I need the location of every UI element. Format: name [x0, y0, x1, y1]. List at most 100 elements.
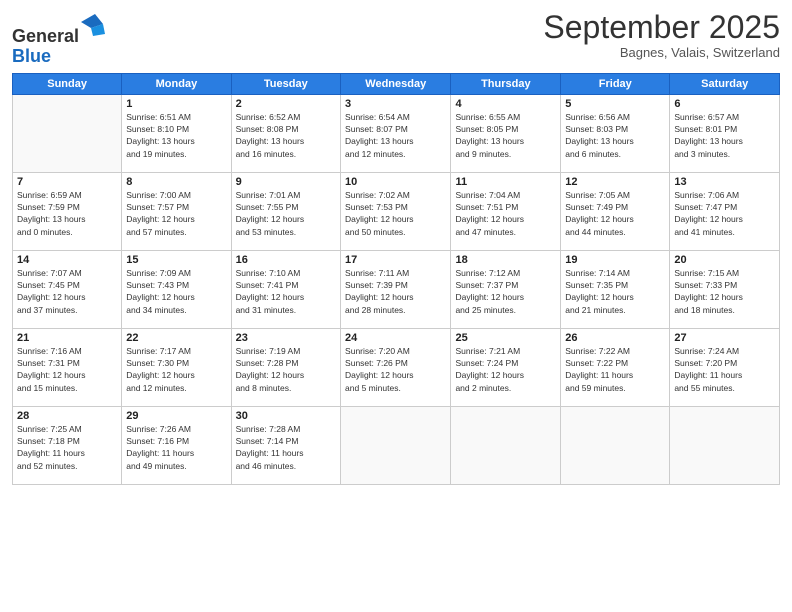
calendar-cell: 19Sunrise: 7:14 AM Sunset: 7:35 PM Dayli…	[561, 250, 670, 328]
column-header-wednesday: Wednesday	[341, 73, 451, 94]
calendar-cell: 10Sunrise: 7:02 AM Sunset: 7:53 PM Dayli…	[341, 172, 451, 250]
day-info: Sunrise: 7:01 AM Sunset: 7:55 PM Dayligh…	[236, 189, 336, 238]
day-number: 21	[17, 332, 117, 344]
day-info: Sunrise: 7:06 AM Sunset: 7:47 PM Dayligh…	[674, 189, 775, 238]
day-number: 30	[236, 410, 336, 422]
day-info: Sunrise: 7:22 AM Sunset: 7:22 PM Dayligh…	[565, 345, 665, 394]
calendar-cell: 13Sunrise: 7:06 AM Sunset: 7:47 PM Dayli…	[670, 172, 780, 250]
day-number: 3	[345, 98, 446, 110]
calendar-cell: 16Sunrise: 7:10 AM Sunset: 7:41 PM Dayli…	[231, 250, 340, 328]
day-number: 28	[17, 410, 117, 422]
calendar-cell	[341, 406, 451, 484]
day-info: Sunrise: 7:10 AM Sunset: 7:41 PM Dayligh…	[236, 267, 336, 316]
day-info: Sunrise: 6:51 AM Sunset: 8:10 PM Dayligh…	[126, 111, 226, 160]
day-info: Sunrise: 7:00 AM Sunset: 7:57 PM Dayligh…	[126, 189, 226, 238]
calendar-cell: 14Sunrise: 7:07 AM Sunset: 7:45 PM Dayli…	[13, 250, 122, 328]
page-header: General Blue September 2025 Bagnes, Vala…	[12, 10, 780, 67]
calendar-cell: 3Sunrise: 6:54 AM Sunset: 8:07 PM Daylig…	[341, 94, 451, 172]
day-number: 5	[565, 98, 665, 110]
day-number: 24	[345, 332, 446, 344]
day-info: Sunrise: 7:24 AM Sunset: 7:20 PM Dayligh…	[674, 345, 775, 394]
day-number: 14	[17, 254, 117, 266]
day-number: 22	[126, 332, 226, 344]
day-info: Sunrise: 6:59 AM Sunset: 7:59 PM Dayligh…	[17, 189, 117, 238]
calendar-cell	[451, 406, 561, 484]
calendar-cell: 24Sunrise: 7:20 AM Sunset: 7:26 PM Dayli…	[341, 328, 451, 406]
day-info: Sunrise: 7:05 AM Sunset: 7:49 PM Dayligh…	[565, 189, 665, 238]
calendar-cell: 7Sunrise: 6:59 AM Sunset: 7:59 PM Daylig…	[13, 172, 122, 250]
calendar-cell: 2Sunrise: 6:52 AM Sunset: 8:08 PM Daylig…	[231, 94, 340, 172]
calendar-cell: 22Sunrise: 7:17 AM Sunset: 7:30 PM Dayli…	[122, 328, 231, 406]
day-info: Sunrise: 6:55 AM Sunset: 8:05 PM Dayligh…	[455, 111, 556, 160]
calendar-cell: 17Sunrise: 7:11 AM Sunset: 7:39 PM Dayli…	[341, 250, 451, 328]
calendar-cell: 4Sunrise: 6:55 AM Sunset: 8:05 PM Daylig…	[451, 94, 561, 172]
calendar-cell: 28Sunrise: 7:25 AM Sunset: 7:18 PM Dayli…	[13, 406, 122, 484]
day-info: Sunrise: 7:19 AM Sunset: 7:28 PM Dayligh…	[236, 345, 336, 394]
day-info: Sunrise: 7:02 AM Sunset: 7:53 PM Dayligh…	[345, 189, 446, 238]
column-header-thursday: Thursday	[451, 73, 561, 94]
day-number: 15	[126, 254, 226, 266]
calendar-cell: 8Sunrise: 7:00 AM Sunset: 7:57 PM Daylig…	[122, 172, 231, 250]
column-header-sunday: Sunday	[13, 73, 122, 94]
calendar-cell: 25Sunrise: 7:21 AM Sunset: 7:24 PM Dayli…	[451, 328, 561, 406]
logo: General Blue	[12, 14, 105, 67]
day-info: Sunrise: 7:17 AM Sunset: 7:30 PM Dayligh…	[126, 345, 226, 394]
day-info: Sunrise: 7:09 AM Sunset: 7:43 PM Dayligh…	[126, 267, 226, 316]
day-number: 18	[455, 254, 556, 266]
calendar-cell: 12Sunrise: 7:05 AM Sunset: 7:49 PM Dayli…	[561, 172, 670, 250]
day-info: Sunrise: 7:26 AM Sunset: 7:16 PM Dayligh…	[126, 423, 226, 472]
title-block: September 2025 Bagnes, Valais, Switzerla…	[543, 10, 780, 60]
day-number: 1	[126, 98, 226, 110]
day-info: Sunrise: 7:15 AM Sunset: 7:33 PM Dayligh…	[674, 267, 775, 316]
day-info: Sunrise: 7:28 AM Sunset: 7:14 PM Dayligh…	[236, 423, 336, 472]
logo-general: General	[12, 26, 79, 46]
calendar-header-row: SundayMondayTuesdayWednesdayThursdayFrid…	[13, 73, 780, 94]
column-header-friday: Friday	[561, 73, 670, 94]
day-info: Sunrise: 6:56 AM Sunset: 8:03 PM Dayligh…	[565, 111, 665, 160]
logo-text: General	[12, 14, 105, 47]
calendar-cell: 29Sunrise: 7:26 AM Sunset: 7:16 PM Dayli…	[122, 406, 231, 484]
calendar-cell: 1Sunrise: 6:51 AM Sunset: 8:10 PM Daylig…	[122, 94, 231, 172]
calendar-week-row: 1Sunrise: 6:51 AM Sunset: 8:10 PM Daylig…	[13, 94, 780, 172]
day-number: 12	[565, 176, 665, 188]
calendar-cell: 11Sunrise: 7:04 AM Sunset: 7:51 PM Dayli…	[451, 172, 561, 250]
day-info: Sunrise: 7:04 AM Sunset: 7:51 PM Dayligh…	[455, 189, 556, 238]
day-number: 27	[674, 332, 775, 344]
location: Bagnes, Valais, Switzerland	[543, 45, 780, 60]
calendar-week-row: 7Sunrise: 6:59 AM Sunset: 7:59 PM Daylig…	[13, 172, 780, 250]
logo-blue-text: Blue	[12, 47, 105, 67]
day-info: Sunrise: 7:25 AM Sunset: 7:18 PM Dayligh…	[17, 423, 117, 472]
column-header-monday: Monday	[122, 73, 231, 94]
day-number: 16	[236, 254, 336, 266]
day-info: Sunrise: 6:52 AM Sunset: 8:08 PM Dayligh…	[236, 111, 336, 160]
calendar-cell: 9Sunrise: 7:01 AM Sunset: 7:55 PM Daylig…	[231, 172, 340, 250]
day-number: 26	[565, 332, 665, 344]
day-number: 7	[17, 176, 117, 188]
day-number: 23	[236, 332, 336, 344]
day-info: Sunrise: 6:54 AM Sunset: 8:07 PM Dayligh…	[345, 111, 446, 160]
calendar-cell: 23Sunrise: 7:19 AM Sunset: 7:28 PM Dayli…	[231, 328, 340, 406]
day-number: 2	[236, 98, 336, 110]
calendar-cell: 18Sunrise: 7:12 AM Sunset: 7:37 PM Dayli…	[451, 250, 561, 328]
day-number: 19	[565, 254, 665, 266]
day-number: 17	[345, 254, 446, 266]
day-number: 10	[345, 176, 446, 188]
day-info: Sunrise: 6:57 AM Sunset: 8:01 PM Dayligh…	[674, 111, 775, 160]
column-header-saturday: Saturday	[670, 73, 780, 94]
calendar-week-row: 14Sunrise: 7:07 AM Sunset: 7:45 PM Dayli…	[13, 250, 780, 328]
calendar-week-row: 21Sunrise: 7:16 AM Sunset: 7:31 PM Dayli…	[13, 328, 780, 406]
day-number: 29	[126, 410, 226, 422]
day-number: 4	[455, 98, 556, 110]
column-header-tuesday: Tuesday	[231, 73, 340, 94]
day-number: 8	[126, 176, 226, 188]
day-info: Sunrise: 7:20 AM Sunset: 7:26 PM Dayligh…	[345, 345, 446, 394]
day-number: 6	[674, 98, 775, 110]
day-info: Sunrise: 7:07 AM Sunset: 7:45 PM Dayligh…	[17, 267, 117, 316]
day-info: Sunrise: 7:11 AM Sunset: 7:39 PM Dayligh…	[345, 267, 446, 316]
calendar-cell: 30Sunrise: 7:28 AM Sunset: 7:14 PM Dayli…	[231, 406, 340, 484]
day-number: 25	[455, 332, 556, 344]
calendar-cell: 5Sunrise: 6:56 AM Sunset: 8:03 PM Daylig…	[561, 94, 670, 172]
calendar-cell: 26Sunrise: 7:22 AM Sunset: 7:22 PM Dayli…	[561, 328, 670, 406]
day-number: 11	[455, 176, 556, 188]
logo-bird-icon	[81, 14, 105, 42]
